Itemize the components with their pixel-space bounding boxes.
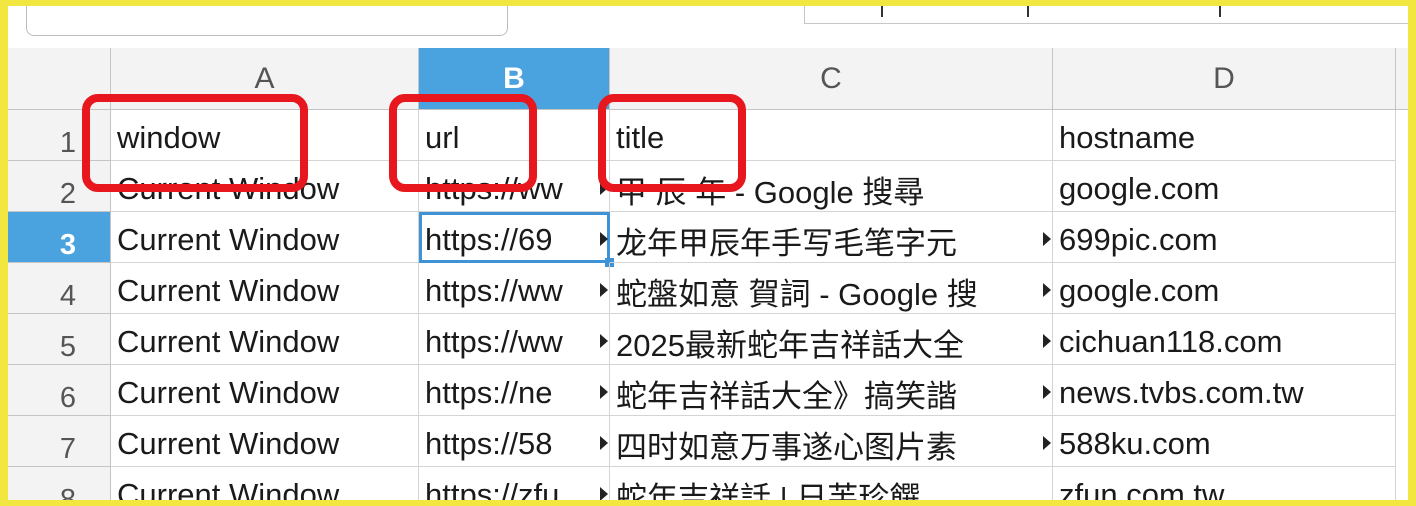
row-header[interactable]: 6: [8, 365, 111, 416]
spreadsheet-grid: A B C D 1 window url title hostname 2 Cu…: [8, 6, 1408, 500]
cell-text: https://ne: [425, 375, 553, 410]
table-cell[interactable]: https://ne: [419, 365, 610, 416]
spreadsheet-window: A B C D 1 window url title hostname 2 Cu…: [8, 6, 1408, 500]
column-header-e[interactable]: [1396, 48, 1408, 110]
column-header-d[interactable]: D: [1053, 48, 1396, 110]
table-cell[interactable]: Current Window: [111, 467, 419, 500]
table-cell[interactable]: Current Window: [111, 263, 419, 314]
table-cell[interactable]: Current Window: [111, 314, 419, 365]
overflow-arrow-icon: [1043, 385, 1051, 399]
table-cell[interactable]: 蛇盤如意 賀詞 - Google 搜: [610, 263, 1053, 314]
overflow-arrow-icon: [600, 283, 608, 297]
table-cell[interactable]: https://58: [419, 416, 610, 467]
overflow-arrow-icon: [1043, 436, 1051, 450]
overflow-arrow-icon: [1043, 334, 1051, 348]
table-cell[interactable]: 龙年甲辰年手写毛笔字元: [610, 212, 1053, 263]
cell-text: 龙年甲辰年手写毛笔字元: [616, 225, 957, 261]
row-header[interactable]: 5: [8, 314, 111, 365]
table-cell[interactable]: https://zfu: [419, 467, 610, 500]
cell-text: https://ww: [425, 273, 563, 308]
highlight-title-header: [598, 94, 746, 192]
table-cell[interactable]: hostname: [1053, 110, 1396, 161]
cell-text: 蛇年吉祥話大全》搞笑諧: [616, 378, 957, 414]
cell-text: 2025最新蛇年吉祥話大全: [616, 327, 964, 363]
table-cell[interactable]: 四时如意万事遂心图片素: [610, 416, 1053, 467]
overflow-arrow-icon: [600, 487, 608, 500]
cell-text: https://ww: [425, 324, 563, 359]
highlight-window-header: [82, 94, 308, 192]
row-header[interactable]: 4: [8, 263, 111, 314]
table-cell[interactable]: Current Window: [111, 416, 419, 467]
overflow-arrow-icon: [600, 436, 608, 450]
table-cell[interactable]: Current Window: [111, 365, 419, 416]
table-cell[interactable]: google.com: [1053, 161, 1396, 212]
active-cell[interactable]: https://69: [419, 212, 610, 263]
table-cell[interactable]: 2025最新蛇年吉祥話大全: [610, 314, 1053, 365]
row-header[interactable]: 7: [8, 416, 111, 467]
overflow-arrow-icon: [1043, 232, 1051, 246]
table-cell[interactable]: https://ww: [419, 314, 610, 365]
table-cell[interactable]: 蛇年吉祥話大全》搞笑諧: [610, 365, 1053, 416]
cell-text: 蛇盤如意 賀詞 - Google 搜: [616, 276, 978, 312]
overflow-arrow-icon: [600, 385, 608, 399]
table-cell[interactable]: zfun.com.tw: [1053, 467, 1396, 500]
table-cell[interactable]: https://ww: [419, 263, 610, 314]
overflow-arrow-icon: [1043, 283, 1051, 297]
table-cell[interactable]: Current Window: [111, 212, 419, 263]
highlight-url-header: [389, 94, 537, 192]
table-cell[interactable]: google.com: [1053, 263, 1396, 314]
overflow-arrow-icon: [600, 334, 608, 348]
overflow-arrow-icon: [600, 232, 608, 246]
cell-text: https://58: [425, 426, 553, 461]
row-header[interactable]: 8: [8, 467, 111, 500]
table-cell[interactable]: news.tvbs.com.tw: [1053, 365, 1396, 416]
table-cell[interactable]: cichuan118.com: [1053, 314, 1396, 365]
table-cell[interactable]: 蛇年吉祥話 | 日芙珍饌: [610, 467, 1053, 500]
cell-text: https://69: [425, 222, 553, 257]
table-cell[interactable]: 588ku.com: [1053, 416, 1396, 467]
table-cell[interactable]: 699pic.com: [1053, 212, 1396, 263]
row-header-selected[interactable]: 3: [8, 212, 111, 263]
cell-text: 四时如意万事遂心图片素: [616, 429, 957, 465]
cell-text: https://zfu: [425, 477, 560, 500]
